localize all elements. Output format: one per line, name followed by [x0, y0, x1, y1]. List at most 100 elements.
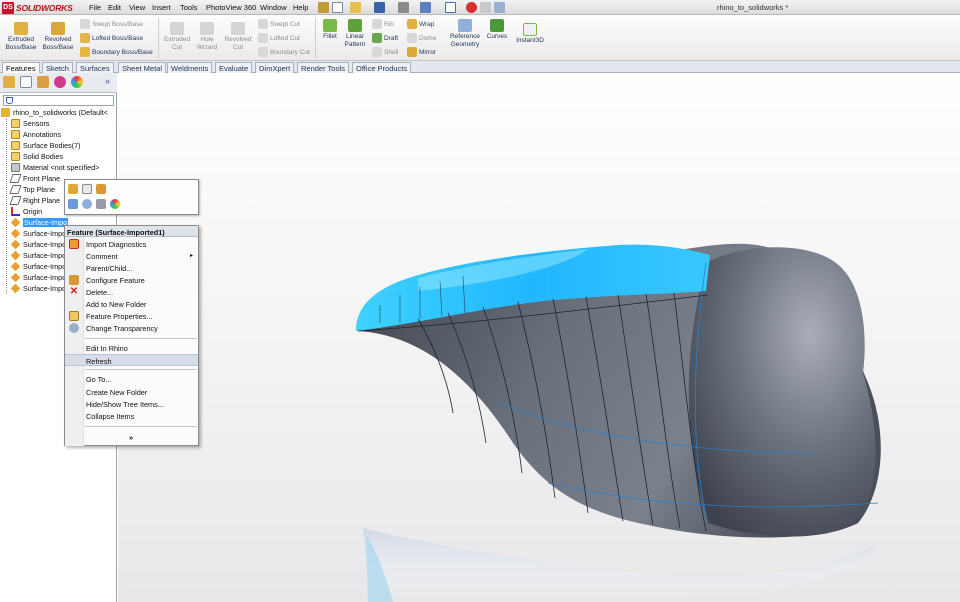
- display-manager-tab-icon[interactable]: [71, 76, 83, 88]
- tree-item-surface-imported-3[interactable]: Surface-Impo: [10, 239, 66, 250]
- boundary-boss-button[interactable]: Boundary Boss/Base: [80, 46, 153, 58]
- appearance-icon[interactable]: [110, 199, 120, 209]
- shell-button[interactable]: Shell: [372, 46, 398, 58]
- menu-collapse-items[interactable]: Collapse Items: [65, 410, 198, 422]
- expand-panel-icon[interactable]: »: [105, 76, 110, 86]
- menu-expand-more[interactable]: »: [65, 431, 198, 443]
- tab-evaluate[interactable]: Evaluate: [215, 62, 253, 73]
- open-folder-icon[interactable]: [350, 2, 361, 13]
- tree-item-solid-bodies[interactable]: Solid Bodies: [11, 151, 63, 162]
- tree-item-front-plane[interactable]: Front Plane: [9, 173, 60, 184]
- extruded-boss-button[interactable]: Extruded Boss/Base: [5, 22, 37, 51]
- select-arrow-icon[interactable]: [445, 2, 456, 13]
- tree-item-surface-bodies[interactable]: Surface Bodies(7): [11, 140, 81, 151]
- menu-delete[interactable]: ✕ Delete...: [65, 286, 198, 298]
- menu-create-new-folder[interactable]: Create New Folder: [65, 386, 198, 398]
- menu-parent-child[interactable]: Parent/Child...: [65, 262, 198, 274]
- menu-change-transparency[interactable]: Change Transparency: [65, 322, 198, 334]
- menu-window[interactable]: Window: [260, 3, 287, 12]
- extruded-cut-button[interactable]: Extruded Cut: [161, 22, 193, 51]
- tab-dimxpert[interactable]: DimXpert: [255, 62, 295, 73]
- edit-feature-icon[interactable]: [68, 184, 78, 194]
- swept-boss-button[interactable]: Swept Boss/Base: [80, 18, 143, 30]
- configuration-manager-tab-icon[interactable]: [37, 76, 49, 88]
- undo-icon[interactable]: [420, 2, 431, 13]
- menu-configure-feature[interactable]: Configure Feature: [65, 274, 198, 286]
- new-document-icon[interactable]: [332, 2, 343, 13]
- menu-view[interactable]: View: [129, 3, 145, 12]
- surface-imported-icon: [10, 283, 21, 294]
- menu-add-to-new-folder[interactable]: Add to New Folder: [65, 298, 198, 310]
- menu-hide-show-tree-items[interactable]: Hide/Show Tree Items...: [65, 398, 198, 410]
- hole-wizard-button[interactable]: Hole Wizard: [193, 22, 221, 51]
- tab-sketch[interactable]: Sketch: [42, 62, 73, 73]
- menu-help[interactable]: Help: [293, 3, 308, 12]
- menu-photoview[interactable]: PhotoView 360: [206, 3, 256, 12]
- graphics-area[interactable]: [118, 73, 960, 602]
- fillet-button[interactable]: Fillet: [318, 19, 342, 41]
- swept-cut-button[interactable]: Swept Cut: [258, 18, 300, 30]
- menu-tools[interactable]: Tools: [180, 3, 198, 12]
- tree-item-material[interactable]: Material <not specified>: [11, 162, 99, 173]
- draft-button[interactable]: Draft: [372, 32, 398, 44]
- menu-edit-in-rhino[interactable]: Edit In Rhino: [65, 342, 198, 354]
- tab-sheet-metal[interactable]: Sheet Metal: [118, 62, 167, 73]
- menu-edit[interactable]: Edit: [108, 3, 121, 12]
- tree-item-annotations[interactable]: Annotations: [11, 129, 61, 140]
- tree-item-surface-imported-6[interactable]: Surface-Impo: [10, 272, 66, 283]
- property-manager-tab-icon[interactable]: [20, 76, 32, 88]
- solidworks-logo[interactable]: DS SOLIDWORKS: [2, 1, 78, 14]
- zoom-to-selection-icon[interactable]: [82, 199, 92, 209]
- menu-file[interactable]: File: [89, 3, 101, 12]
- boundary-cut-button[interactable]: Boundary Cut: [258, 46, 310, 58]
- dimxpert-manager-tab-icon[interactable]: [54, 76, 66, 88]
- tree-item-surface-imported-2[interactable]: Surface-Impo: [10, 228, 66, 239]
- tab-office-products[interactable]: Office Products: [352, 62, 412, 73]
- revolved-cut-button[interactable]: Revolved Cut: [221, 22, 255, 51]
- menu-insert[interactable]: Insert: [152, 3, 171, 12]
- menu-feature-properties[interactable]: Feature Properties...: [65, 310, 198, 322]
- menu-comment[interactable]: Comment ▸: [65, 250, 198, 262]
- options-icon[interactable]: [494, 2, 505, 13]
- surface-bodies-folder-icon: [11, 141, 20, 150]
- tab-render-tools[interactable]: Render Tools: [297, 62, 350, 73]
- rib-button[interactable]: Rib: [372, 18, 394, 30]
- rollback-icon[interactable]: [82, 184, 92, 194]
- tree-item-surface-imported-7[interactable]: Surface-Impo: [10, 283, 66, 294]
- tab-surfaces[interactable]: Surfaces: [76, 62, 114, 73]
- instant3d-button[interactable]: Instant3D: [512, 23, 548, 45]
- revolved-boss-button[interactable]: Revolved Boss/Base: [41, 22, 75, 51]
- print-icon[interactable]: [398, 2, 409, 13]
- revolved-boss-icon: [51, 22, 65, 35]
- save-icon[interactable]: [374, 2, 385, 13]
- tree-item-surface-imported-4[interactable]: Surface-Impo: [10, 250, 66, 261]
- tree-item-label: Material <not specified>: [23, 163, 100, 172]
- tree-item-surface-imported-5[interactable]: Surface-Impo: [10, 261, 66, 272]
- file-properties-icon[interactable]: [480, 2, 491, 13]
- tree-item-top-plane[interactable]: Top Plane: [9, 184, 55, 195]
- hide-icon[interactable]: [96, 199, 106, 209]
- curves-button[interactable]: Curves: [485, 19, 509, 41]
- menu-import-diagnostics[interactable]: Import Diagnostics: [65, 238, 198, 250]
- tree-item-right-plane[interactable]: Right Plane: [9, 195, 60, 206]
- suppress-icon[interactable]: [96, 184, 106, 194]
- reference-geometry-button[interactable]: Reference Geometry: [446, 19, 484, 48]
- feature-manager-tab-icon[interactable]: [3, 76, 15, 88]
- pin-icon[interactable]: [318, 2, 329, 13]
- dome-button[interactable]: Dome: [407, 32, 436, 44]
- tree-filter-input[interactable]: [3, 95, 114, 106]
- wrap-button[interactable]: Wrap: [407, 18, 434, 30]
- lofted-cut-button[interactable]: Lofted Cut: [258, 32, 300, 44]
- rebuild-icon[interactable]: [466, 2, 477, 13]
- tree-item-origin[interactable]: Origin: [11, 206, 42, 217]
- tree-item-sensors[interactable]: Sensors: [11, 118, 49, 129]
- tab-weldments[interactable]: Weldments: [167, 62, 213, 73]
- menu-refresh[interactable]: Refresh: [65, 354, 198, 366]
- menu-go-to[interactable]: Go To...: [65, 373, 198, 385]
- tree-item-surface-imported-1[interactable]: Surface-Impo: [10, 217, 69, 228]
- normal-to-icon[interactable]: [68, 199, 78, 209]
- lofted-boss-button[interactable]: Lofted Boss/Base: [80, 32, 143, 44]
- tree-root[interactable]: rhino_to_solidworks (Default<: [1, 107, 108, 118]
- mirror-button[interactable]: Mirror: [407, 46, 436, 58]
- linear-pattern-button[interactable]: Linear Pattern: [341, 19, 369, 48]
